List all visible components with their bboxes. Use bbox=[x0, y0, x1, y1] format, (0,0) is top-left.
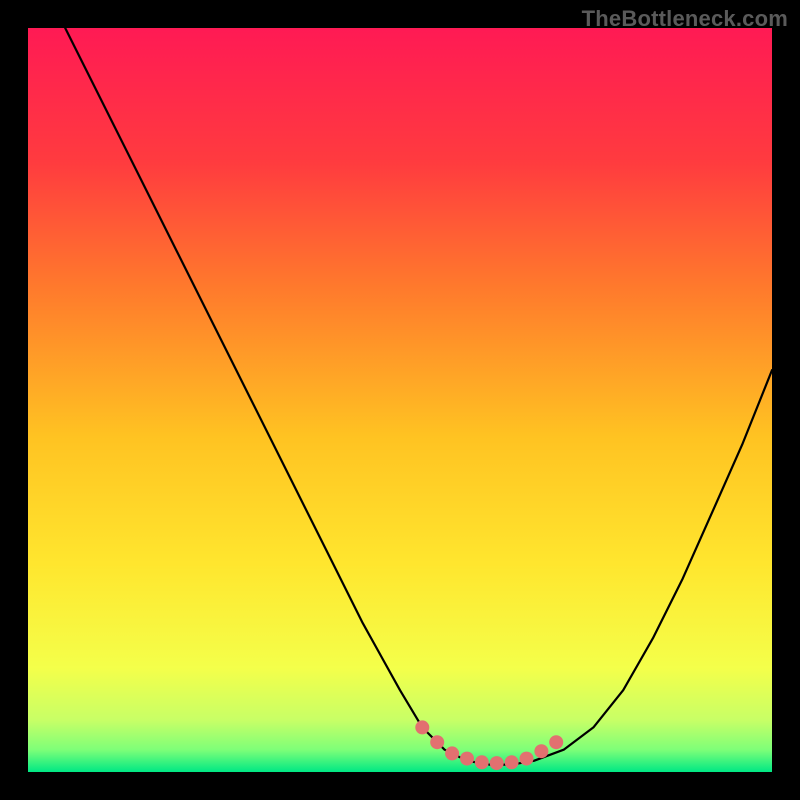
highlight-marker bbox=[490, 756, 504, 770]
highlight-marker bbox=[475, 755, 489, 769]
highlight-marker bbox=[415, 720, 429, 734]
highlight-marker bbox=[549, 735, 563, 749]
watermark-text: TheBottleneck.com bbox=[582, 6, 788, 32]
bottleneck-curve bbox=[65, 28, 772, 765]
chart-frame: TheBottleneck.com bbox=[0, 0, 800, 800]
highlight-marker bbox=[534, 744, 548, 758]
highlight-marker bbox=[430, 735, 444, 749]
curve-layer bbox=[28, 28, 772, 772]
highlight-markers bbox=[415, 720, 563, 770]
highlight-marker bbox=[460, 752, 474, 766]
highlight-marker bbox=[520, 752, 534, 766]
highlight-marker bbox=[505, 755, 519, 769]
highlight-marker bbox=[445, 746, 459, 760]
plot-area bbox=[28, 28, 772, 772]
